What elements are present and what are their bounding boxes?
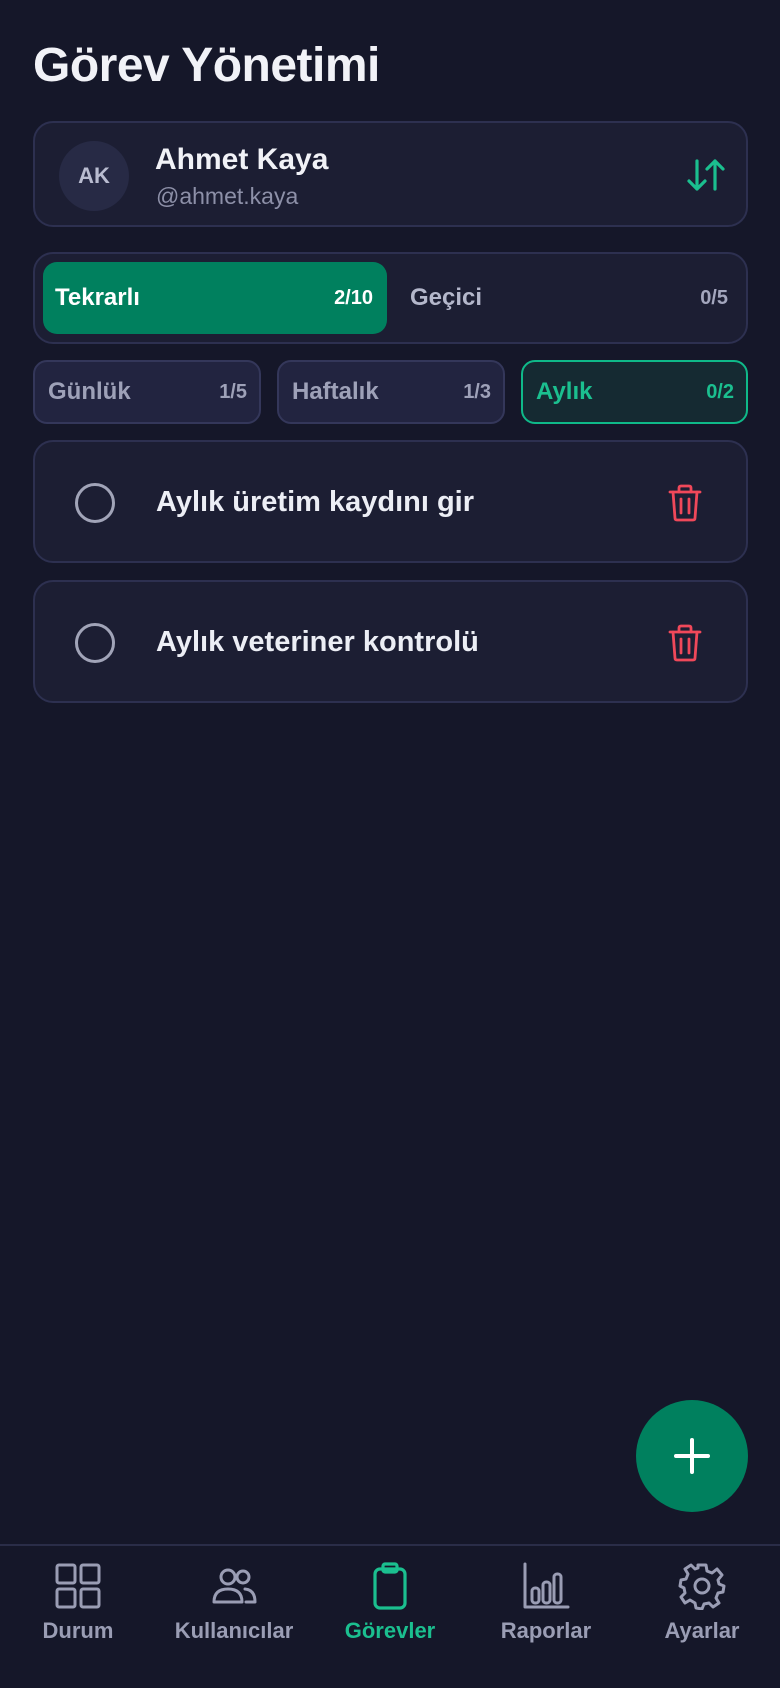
segment-label: Geçici [410, 284, 483, 311]
nav-item-ayarlar[interactable]: Ayarlar [624, 1562, 780, 1662]
task-type-segmented-control: Tekrarlı 2/10 Geçici 0/5 [33, 252, 748, 344]
nav-label: Görevler [344, 1618, 436, 1643]
task-checkbox[interactable] [75, 623, 115, 663]
switch-user-button[interactable] [686, 157, 726, 193]
bottom-navigation: Durum Kullanıcılar Görevler Raporlar Aya… [0, 1544, 780, 1688]
nav-label: Kullanıcılar [174, 1618, 294, 1643]
filter-count: 1/3 [463, 380, 491, 403]
segment-gecici[interactable]: Geçici 0/5 [398, 262, 742, 334]
user-handle: @ahmet.kaya [156, 183, 299, 209]
segment-count: 2/10 [334, 286, 373, 309]
delete-task-button[interactable] [668, 624, 702, 662]
filter-haftalik[interactable]: Haftalık 1/3 [277, 360, 505, 424]
filter-label: Aylık [536, 378, 593, 405]
bar-chart-icon [523, 1562, 570, 1609]
nav-item-kullanicilar[interactable]: Kullanıcılar [156, 1562, 312, 1662]
filter-count: 1/5 [219, 380, 247, 403]
app-screen: Görev Yönetimi AK Ahmet Kaya @ahmet.kaya… [0, 0, 780, 1688]
trash-icon [668, 484, 702, 522]
filter-label: Haftalık [292, 378, 379, 405]
delete-task-button[interactable] [668, 484, 702, 522]
trash-icon [668, 624, 702, 662]
filter-gunluk[interactable]: Günlük 1/5 [33, 360, 261, 424]
nav-label: Durum [42, 1618, 114, 1643]
task-title: Aylık veteriner kontrolü [156, 626, 479, 658]
filter-aylik[interactable]: Aylık 0/2 [521, 360, 748, 424]
add-task-button[interactable] [636, 1400, 748, 1512]
task-item: Aylık üretim kaydını gir [33, 440, 748, 563]
task-checkbox[interactable] [75, 483, 115, 523]
nav-label: Raporlar [500, 1618, 592, 1643]
segment-count: 0/5 [700, 286, 728, 309]
nav-item-gorevler[interactable]: Görevler [312, 1562, 468, 1662]
swap-vertical-icon [687, 159, 725, 191]
users-icon [212, 1568, 257, 1604]
user-card: AK Ahmet Kaya @ahmet.kaya [33, 121, 748, 227]
filter-count: 0/2 [706, 380, 734, 403]
grid-icon [55, 1563, 101, 1609]
nav-item-raporlar[interactable]: Raporlar [468, 1562, 624, 1662]
task-item: Aylık veteriner kontrolü [33, 580, 748, 703]
segment-label: Tekrarlı [55, 284, 140, 311]
nav-label: Ayarlar [664, 1618, 740, 1643]
nav-item-durum[interactable]: Durum [0, 1562, 156, 1662]
user-name: Ahmet Kaya [155, 143, 329, 176]
segment-tekrarli[interactable]: Tekrarlı 2/10 [43, 262, 387, 334]
gear-icon [678, 1563, 726, 1610]
filter-label: Günlük [48, 378, 131, 405]
clipboard-icon [373, 1562, 407, 1610]
task-title: Aylık üretim kaydını gir [156, 486, 475, 518]
avatar: AK [59, 141, 129, 211]
page-title: Görev Yönetimi [33, 39, 380, 92]
plus-icon [674, 1438, 710, 1474]
